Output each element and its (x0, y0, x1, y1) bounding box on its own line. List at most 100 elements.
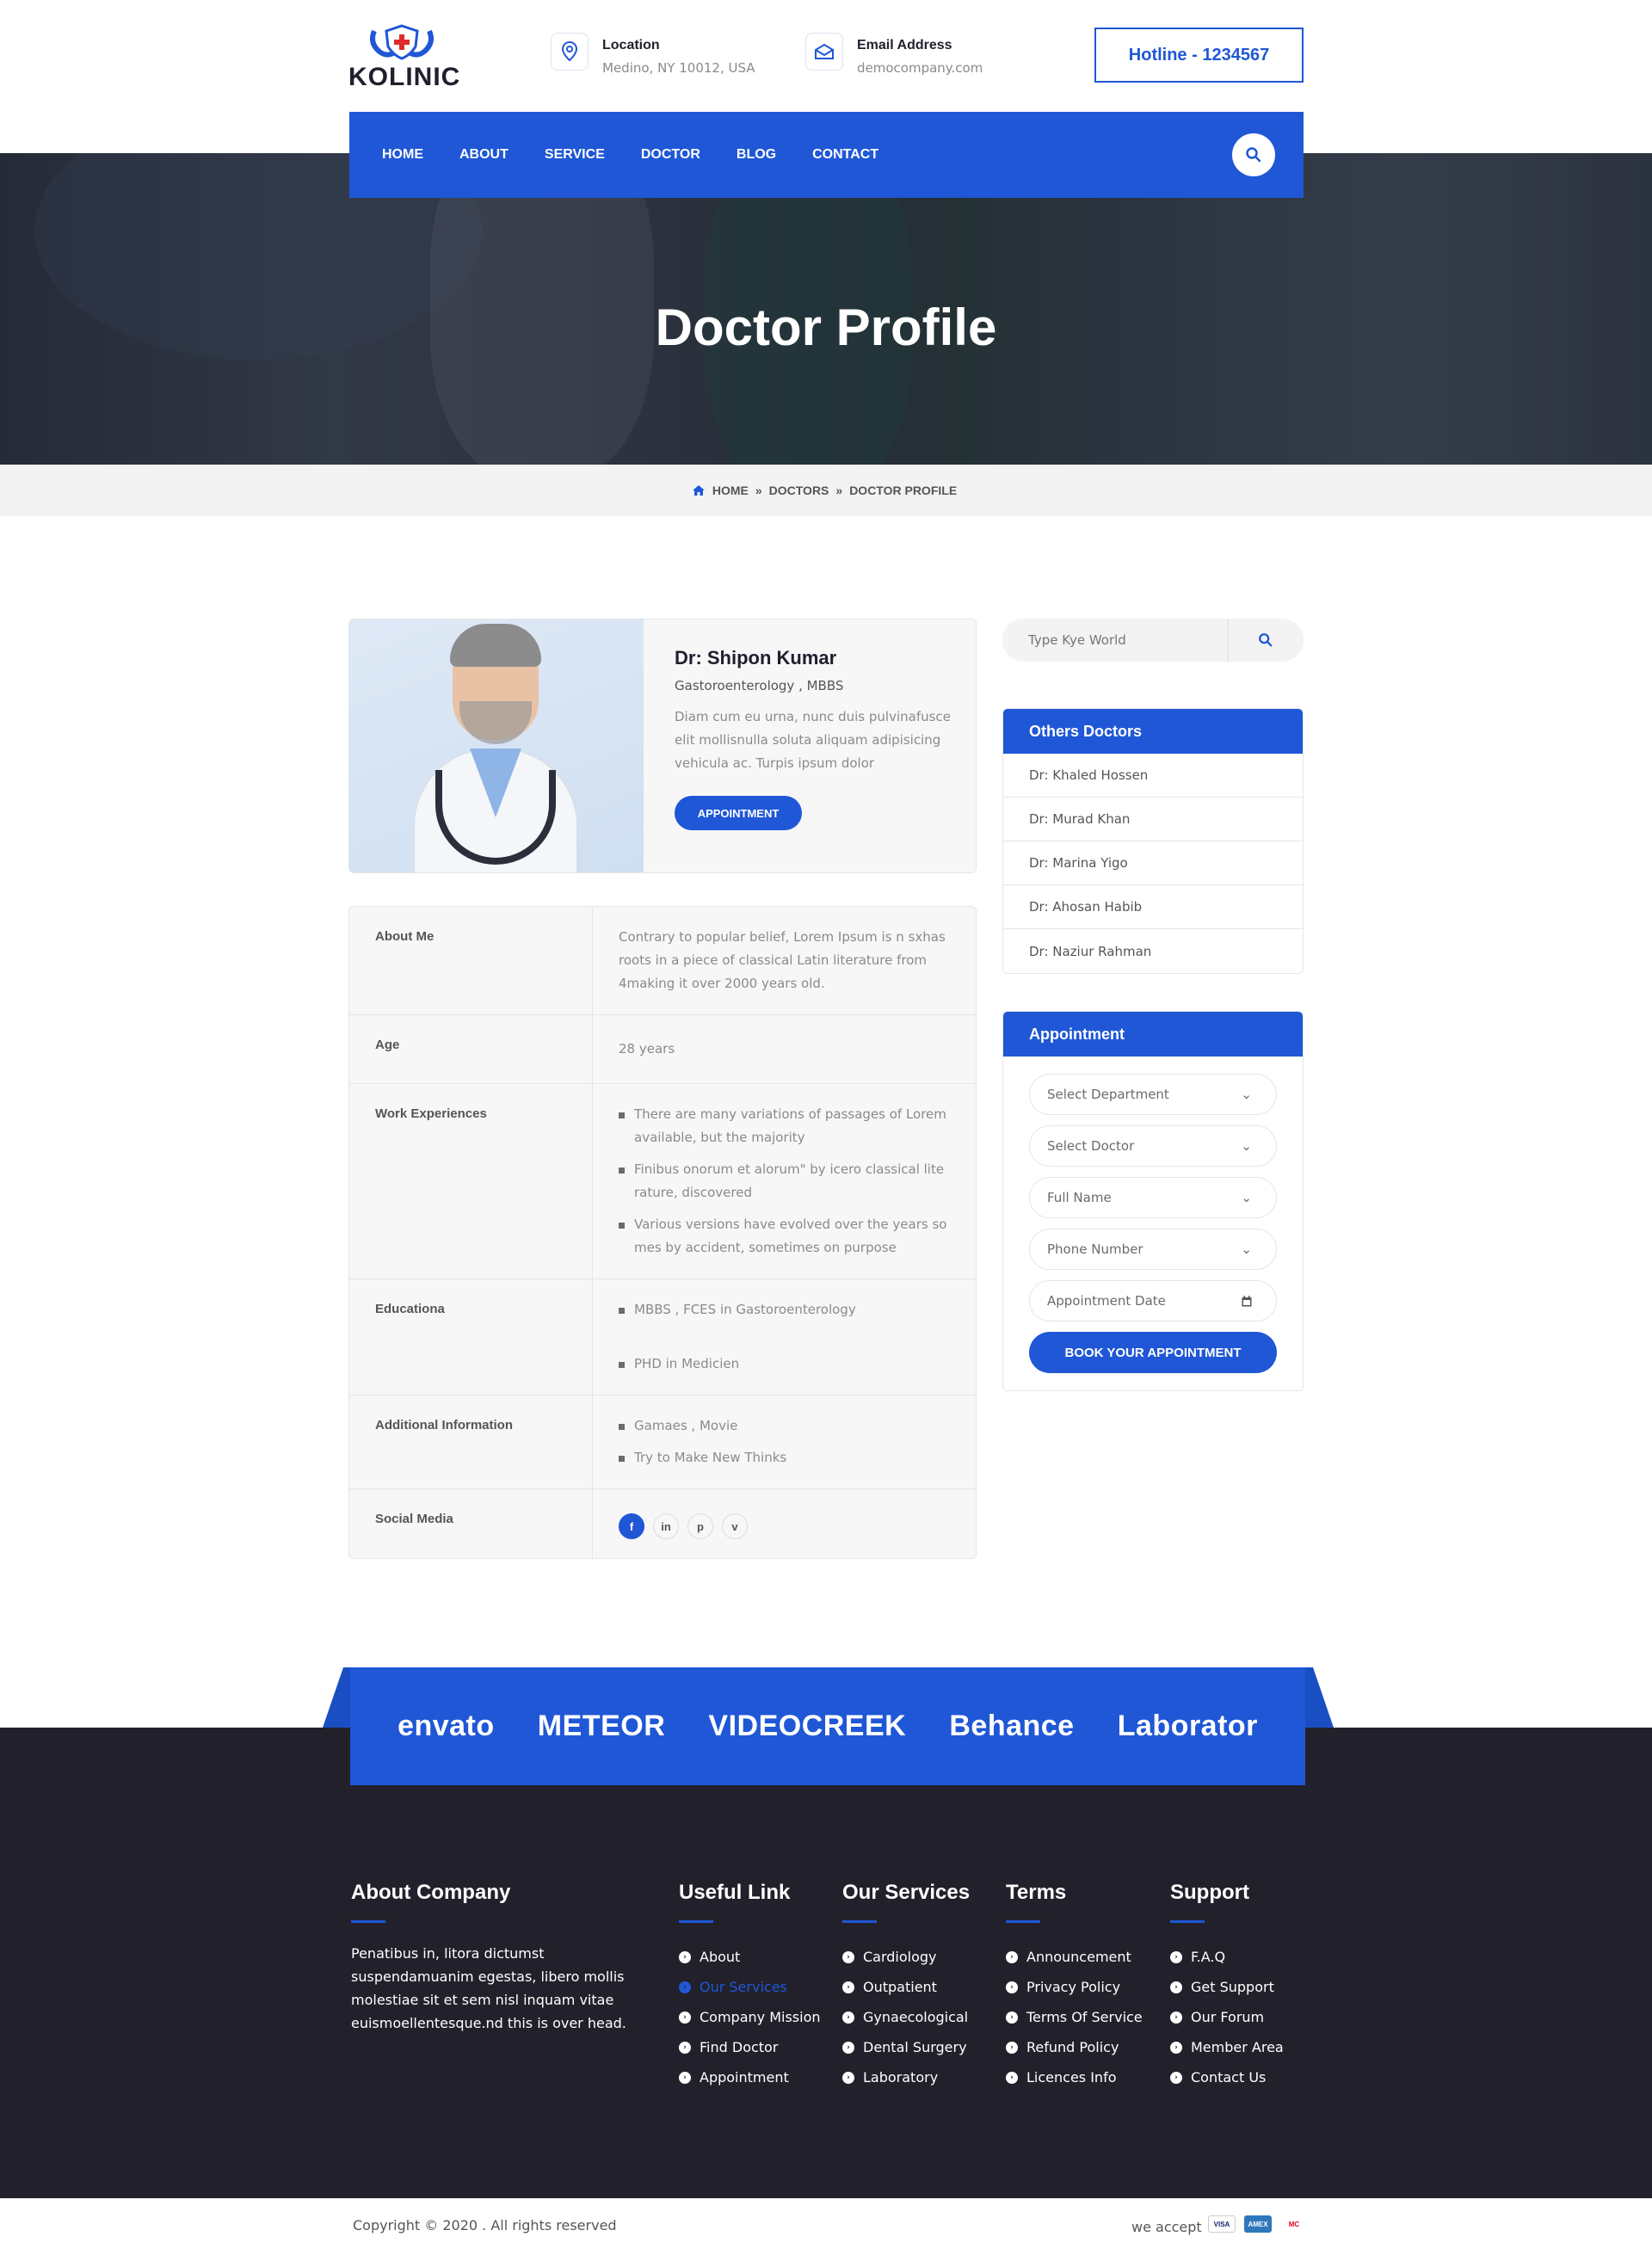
appointment-widget: Appointment Select Department ⌄ Select Do… (1002, 1011, 1304, 1391)
nav-item-service[interactable]: SERVICE (545, 147, 605, 163)
footer-link[interactable]: › Contact Us (1170, 2062, 1284, 2092)
home-icon (692, 485, 705, 496)
footer-link[interactable]: › Outpatient (842, 1972, 970, 2002)
footer-link-label: Our Forum (1191, 2009, 1265, 2025)
doctor-link[interactable]: Dr: Naziur Rahman (1003, 929, 1303, 973)
copyright-bar: Copyright © 2020 . All rights reserved w… (0, 2198, 1652, 2255)
footer-link-label: Dental Surgery (863, 2039, 967, 2055)
doctor-photo (349, 619, 644, 872)
phone-placeholder: Phone Number (1047, 1241, 1143, 1257)
vimeo-icon[interactable]: v (722, 1513, 748, 1539)
partner-logo-videocreek[interactable]: VIDEOCREEK (708, 1710, 906, 1743)
list-item: PHD in Medicien (619, 1352, 950, 1376)
footer-link-label: Get Support (1191, 1979, 1274, 1995)
footer-link[interactable]: › About (679, 1942, 821, 1972)
footer-link[interactable]: › F.A.Q (1170, 1942, 1284, 1972)
department-select[interactable]: Select Department ⌄ (1029, 1074, 1277, 1115)
partner-logo-behance[interactable]: Behance (949, 1710, 1074, 1743)
breadcrumb-home[interactable]: HOME (712, 484, 749, 497)
breadcrumb-separator: » (835, 484, 843, 497)
sidebar-search-button[interactable] (1228, 619, 1302, 662)
footer-link[interactable]: › Our Forum (1170, 2002, 1284, 2032)
doctor-specialty: Gastoroenterology , MBBS (675, 678, 844, 693)
doctor-select-label: Select Doctor (1047, 1138, 1135, 1154)
chevron-down-icon: ⌄ (1241, 1138, 1252, 1154)
search-icon (1258, 633, 1272, 647)
nav-item-contact[interactable]: CONTACT (812, 147, 878, 163)
chevron-right-icon: › (1170, 2041, 1182, 2054)
partner-logo-laborator[interactable]: Laborator (1118, 1710, 1258, 1743)
sidebar-search (1002, 619, 1304, 662)
book-appointment-button[interactable]: BOOK YOUR APPOINTMENT (1029, 1332, 1277, 1373)
full-name-field[interactable]: Full Name ⌄ (1029, 1177, 1277, 1218)
doctor-select[interactable]: Select Doctor ⌄ (1029, 1125, 1277, 1167)
about-label: About Me (349, 907, 593, 1014)
doctor-link[interactable]: Dr: Marina Yigo (1003, 841, 1303, 885)
page-hero: Doctor Profile (0, 153, 1652, 465)
footer-link-label: Gynaecological (863, 2009, 969, 2025)
footer-link[interactable]: › Member Area (1170, 2032, 1284, 2062)
visa-card-icon: VISA (1208, 2215, 1236, 2233)
breadcrumb-doctors[interactable]: DOCTORS (769, 484, 829, 497)
chevron-right-icon: › (842, 2041, 854, 2054)
nav-item-home[interactable]: HOME (382, 147, 423, 163)
linkedin-icon[interactable]: in (653, 1513, 679, 1539)
doctor-profile-card: Dr: Shipon Kumar Gastoroenterology , MBB… (348, 619, 977, 873)
appointment-button[interactable]: APPOINTMENT (675, 796, 802, 830)
nav-item-blog[interactable]: BLOG (737, 147, 776, 163)
footer-link[interactable]: › Licences Info (1006, 2062, 1143, 2092)
footer-link[interactable]: › Privacy Policy (1006, 1972, 1143, 2002)
list-item: Try to Make New Thinks (619, 1446, 950, 1469)
footer-link-label: F.A.Q (1191, 1949, 1226, 1965)
footer-link-label: Find Doctor (700, 2039, 779, 2055)
logo[interactable]: KOLINIC (348, 24, 460, 93)
hotline-button[interactable]: Hotline - 1234567 (1094, 28, 1304, 83)
chevron-right-icon: › (842, 2011, 854, 2024)
location-pin-icon (551, 33, 589, 71)
nav-search-button[interactable] (1232, 133, 1275, 176)
footer-link[interactable]: › Get Support (1170, 1972, 1284, 2002)
chevron-down-icon: ⌄ (1241, 1190, 1252, 1205)
location-info: Location Medino, NY 10012, USA (551, 33, 755, 76)
breadcrumb-current: DOCTOR PROFILE (849, 484, 958, 497)
footer-link[interactable]: › Gynaecological (842, 2002, 970, 2032)
chevron-right-icon: › (1170, 1981, 1182, 1993)
nav-item-doctor[interactable]: DOCTOR (641, 147, 700, 163)
footer-link[interactable]: › Company Mission (679, 2002, 821, 2032)
partner-logo-envato[interactable]: envato (398, 1710, 495, 1743)
footer-link[interactable]: › Our Services (679, 1972, 821, 2002)
pinterest-icon[interactable]: p (687, 1513, 713, 1539)
list-item: Various versions have evolved over the y… (619, 1213, 950, 1260)
partner-logo-meteor[interactable]: METEOR (538, 1710, 665, 1743)
footer-link[interactable]: › Laboratory (842, 2062, 970, 2092)
table-row: Work Experiences There are many variatio… (349, 1084, 976, 1279)
others-doctors-title: Others Doctors (1003, 709, 1303, 754)
date-field[interactable]: Appointment Date (1029, 1280, 1277, 1322)
payment-cards: VISA AMEX MC (1208, 2215, 1316, 2233)
footer-link[interactable]: › Dental Surgery (842, 2032, 970, 2062)
doctor-link[interactable]: Dr: Khaled Hossen (1003, 754, 1303, 798)
footer-link[interactable]: › Find Doctor (679, 2032, 821, 2062)
doctor-link[interactable]: Dr: Ahosan Habib (1003, 885, 1303, 929)
table-row: About Me Contrary to popular belief, Lor… (349, 907, 976, 1015)
footer-services-title: Our Services (842, 1881, 971, 1904)
chevron-right-icon: › (1170, 2011, 1182, 2024)
footer-link[interactable]: › Appointment (679, 2062, 821, 2092)
email-value[interactable]: democompany.com (857, 60, 983, 76)
chevron-right-icon: › (679, 1950, 691, 1963)
phone-field[interactable]: Phone Number ⌄ (1029, 1229, 1277, 1270)
footer-link[interactable]: › Refund Policy (1006, 2032, 1143, 2062)
doctor-link[interactable]: Dr: Murad Khan (1003, 798, 1303, 841)
footer-link[interactable]: › Terms Of Service (1006, 2002, 1143, 2032)
footer-link-label: Company Mission (700, 2009, 821, 2025)
facebook-icon[interactable]: f (619, 1513, 644, 1539)
list-item: Gamaes , Movie (619, 1414, 950, 1438)
footer-link[interactable]: › Cardiology (842, 1942, 970, 1972)
sidebar-search-input[interactable] (1002, 619, 1228, 662)
logo-text: KOLINIC (348, 63, 461, 91)
logo-shield-icon (370, 24, 434, 60)
nav-item-about[interactable]: ABOUT (459, 147, 509, 163)
footer-about: About Company Penatibus in, litora dictu… (351, 1881, 626, 2035)
footer-link[interactable]: › Announcement (1006, 1942, 1143, 1972)
chevron-down-icon: ⌄ (1241, 1087, 1252, 1102)
